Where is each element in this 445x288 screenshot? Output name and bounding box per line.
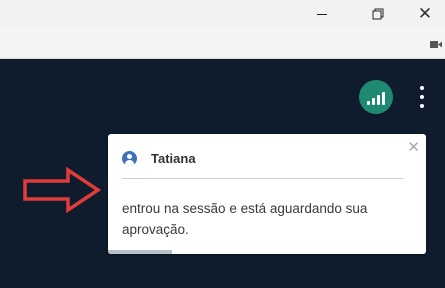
notification-message: entrou na sessão e está aguardando sua a… — [122, 201, 368, 237]
notification-timer-bar — [108, 250, 426, 254]
notification-timer-fill — [108, 250, 172, 254]
more-vertical-icon-dot — [420, 103, 424, 108]
minimize-icon — [317, 13, 327, 15]
red-arrow-annotation-icon — [23, 166, 102, 214]
close-window-button[interactable]: ✕ — [403, 0, 445, 28]
signal-bar — [377, 95, 380, 105]
participant-waiting-notification: Tatiana ✕ entrou na sessão e está aguard… — [108, 134, 426, 254]
more-vertical-icon — [420, 86, 424, 91]
notification-header: Tatiana — [122, 148, 196, 168]
video-camera-icon[interactable] — [430, 40, 442, 49]
restore-button[interactable] — [356, 0, 400, 28]
restore-icon — [372, 8, 384, 20]
more-options-button[interactable] — [416, 84, 428, 110]
participant-name: Tatiana — [151, 150, 196, 166]
signal-bar — [382, 92, 385, 105]
connection-status-button[interactable] — [359, 80, 393, 114]
signal-bar — [367, 101, 370, 105]
signal-bar — [372, 98, 375, 105]
minimize-button[interactable] — [300, 0, 344, 28]
close-notification-button[interactable]: ✕ — [407, 138, 420, 156]
user-icon — [122, 150, 137, 166]
notification-divider — [122, 178, 404, 179]
close-icon: ✕ — [417, 4, 433, 23]
window-titlebar: ✕ — [0, 0, 445, 28]
more-vertical-icon-dot — [420, 94, 424, 99]
browser-toolbar — [0, 28, 445, 59]
